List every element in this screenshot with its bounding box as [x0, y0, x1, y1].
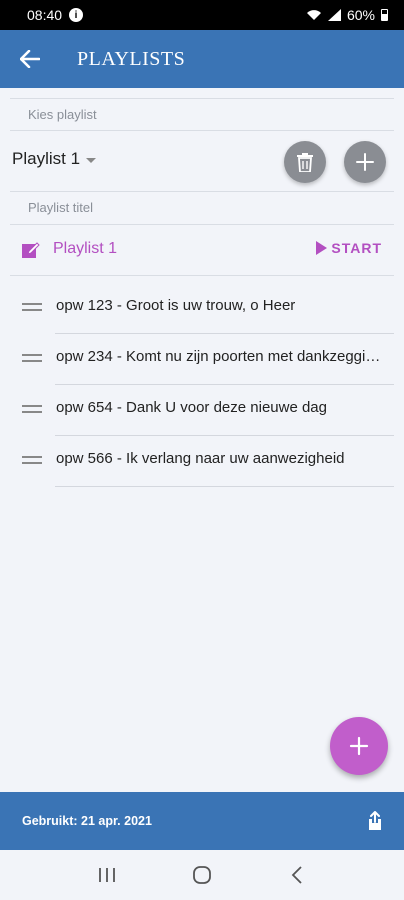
play-icon	[316, 241, 328, 255]
recent-apps-icon	[99, 868, 116, 882]
nav-back-button[interactable]	[277, 855, 317, 895]
song-item[interactable]: opw 234 - Komt nu zijn poorten met dankz…	[0, 334, 404, 385]
plus-icon	[356, 153, 374, 171]
home-icon	[193, 866, 211, 884]
select-label: Kies playlist	[28, 107, 97, 122]
status-time: 08:40	[27, 7, 63, 23]
footer-bar: Gebruikt: 21 apr. 2021	[0, 792, 404, 850]
divider	[10, 98, 394, 99]
recent-apps-button[interactable]	[87, 855, 127, 895]
delete-playlist-button[interactable]	[284, 141, 326, 183]
notification-info-icon: i	[69, 8, 84, 22]
system-nav-bar	[0, 850, 404, 900]
status-bar: 08:40 i 60%	[0, 0, 404, 30]
drag-handle-icon[interactable]	[22, 303, 42, 313]
drag-handle-icon[interactable]	[22, 456, 42, 466]
add-song-fab[interactable]	[330, 717, 388, 775]
divider	[10, 130, 394, 131]
song-title: opw 123 - Groot is uw trouw, o Heer	[56, 297, 296, 314]
start-button[interactable]: START	[316, 240, 382, 256]
app-bar: PLAYLISTS	[0, 30, 404, 88]
divider	[10, 224, 394, 225]
battery-icon	[381, 9, 388, 21]
last-used-text: Gebruikt: 21 apr. 2021	[22, 814, 152, 828]
plus-icon	[349, 736, 369, 756]
drag-handle-icon[interactable]	[22, 354, 42, 364]
page-title: PLAYLISTS	[77, 47, 186, 70]
signal-icon	[327, 9, 341, 21]
back-button[interactable]	[0, 30, 60, 88]
caret-down-icon	[86, 157, 97, 163]
status-right: 60%	[306, 7, 388, 23]
arrow-back-icon	[20, 50, 40, 68]
add-playlist-button[interactable]	[344, 141, 386, 183]
song-item[interactable]: opw 123 - Groot is uw trouw, o Heer	[0, 283, 404, 334]
drag-handle-icon[interactable]	[22, 405, 42, 415]
playlist-dropdown-value: Playlist 1	[12, 149, 81, 168]
song-title: opw 234 - Komt nu zijn poorten met dankz…	[56, 348, 386, 365]
divider	[10, 191, 394, 192]
share-button[interactable]	[364, 810, 386, 832]
song-item[interactable]: opw 654 - Dank U voor deze nieuwe dag	[0, 385, 404, 436]
playlist-dropdown[interactable]: Playlist 1	[12, 149, 97, 169]
song-title: opw 566 - Ik verlang naar uw aanwezighei…	[56, 450, 345, 467]
battery-percent: 60%	[346, 7, 375, 23]
song-item[interactable]: opw 566 - Ik verlang naar uw aanwezighei…	[0, 436, 404, 487]
title-field-label: Playlist titel	[28, 200, 94, 215]
chevron-left-icon	[291, 866, 302, 884]
status-left: 08:40 i	[27, 7, 84, 23]
divider	[55, 486, 394, 487]
share-icon	[369, 811, 381, 830]
trash-icon	[297, 152, 313, 172]
wifi-icon	[306, 10, 321, 20]
playlist-title[interactable]: Playlist 1	[53, 240, 117, 258]
song-title: opw 654 - Dank U voor deze nieuwe dag	[56, 399, 327, 416]
edit-icon[interactable]	[22, 241, 40, 259]
divider	[10, 275, 394, 276]
playlist-title-row: Playlist 1 START	[0, 230, 404, 270]
home-button[interactable]	[182, 855, 222, 895]
start-label: START	[331, 240, 382, 256]
